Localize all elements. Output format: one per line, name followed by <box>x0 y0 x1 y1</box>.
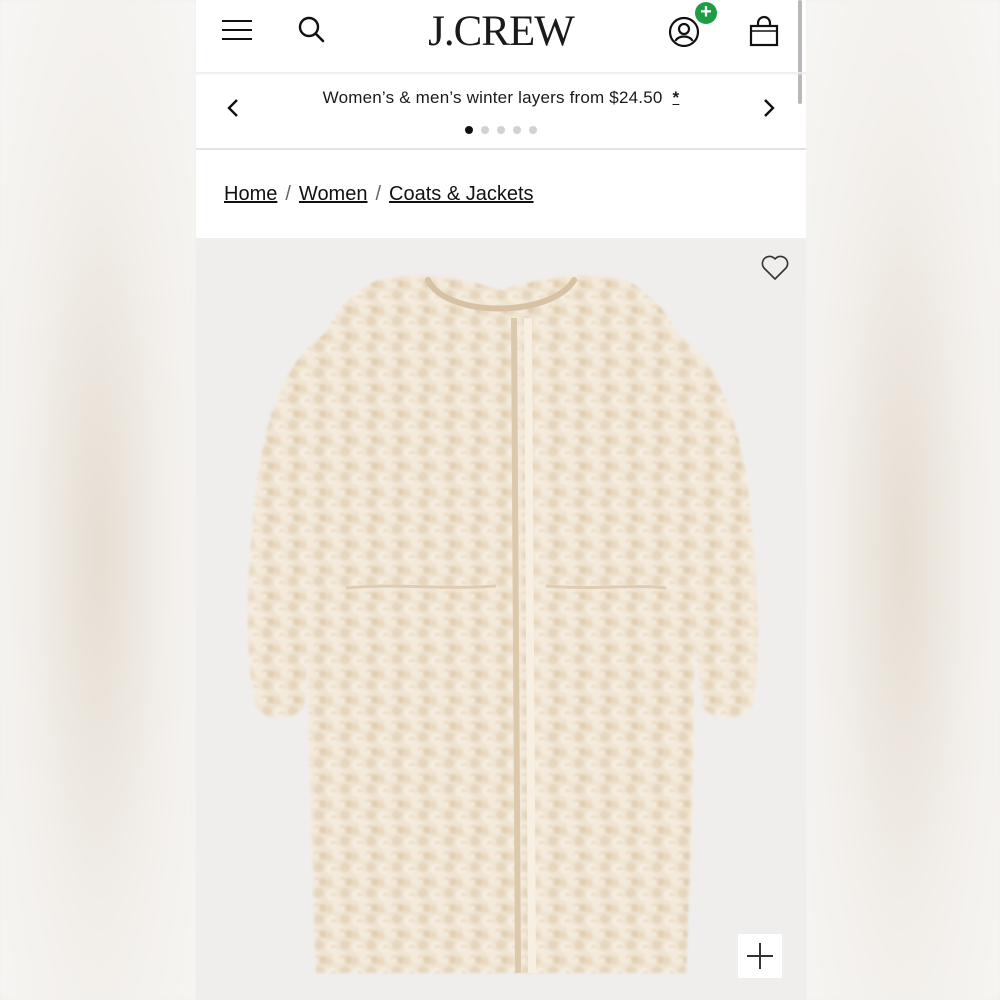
product-image-area <box>196 238 806 1000</box>
promo-details-link[interactable]: * <box>673 88 680 107</box>
carousel-dot-5[interactable] <box>529 126 537 134</box>
account-plus-badge[interactable]: + <box>695 2 717 24</box>
breadcrumb-coats-jackets[interactable]: Coats & Jackets <box>389 183 534 205</box>
carousel-dot-1[interactable] <box>465 126 473 134</box>
teddy-coat-image[interactable] <box>196 238 806 1000</box>
mobile-page: J.CREW + Women’s & men’s winter layers f <box>196 0 806 1000</box>
shopping-bag-icon[interactable] <box>746 14 782 50</box>
site-header: J.CREW + <box>196 0 806 72</box>
promo-message: Women’s & men’s winter layers from $24.5… <box>256 88 746 108</box>
carousel-dots <box>196 121 806 139</box>
chevron-left-icon[interactable] <box>220 94 248 122</box>
heart-icon[interactable] <box>760 254 790 282</box>
breadcrumb: Home / Women / Coats & Jackets <box>224 183 534 206</box>
plus-icon[interactable] <box>738 934 782 978</box>
promo-text: Women’s & men’s winter layers from $24.5… <box>322 88 663 107</box>
blurred-background-left <box>0 0 196 1000</box>
carousel-dot-2[interactable] <box>481 126 489 134</box>
chevron-right-icon[interactable] <box>754 94 782 122</box>
breadcrumb-separator: / <box>285 183 291 205</box>
breadcrumb-separator: / <box>375 183 382 205</box>
breadcrumb-home[interactable]: Home <box>224 183 277 205</box>
carousel-dot-3[interactable] <box>497 126 505 134</box>
carousel-dot-4[interactable] <box>513 126 521 134</box>
blurred-background-right <box>806 0 1000 1000</box>
breadcrumb-women[interactable]: Women <box>299 183 368 205</box>
promo-carousel: Women’s & men’s winter layers from $24.5… <box>196 76 806 148</box>
section-divider <box>196 148 806 150</box>
